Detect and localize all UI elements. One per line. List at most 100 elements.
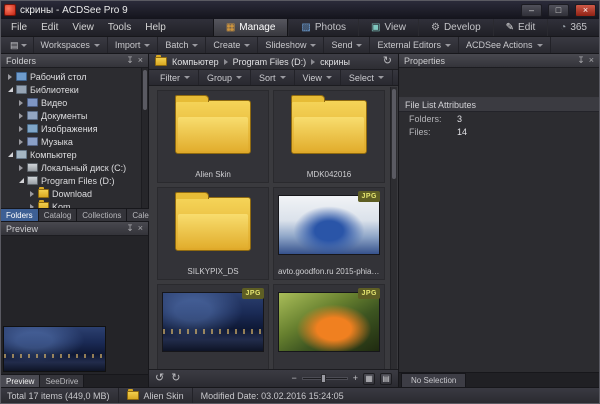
format-badge: JPG [358, 191, 380, 202]
tree-item-libraries[interactable]: Библиотеки [3, 83, 140, 96]
menu-file[interactable]: File [4, 19, 34, 36]
slider-handle[interactable] [321, 374, 326, 383]
caret-down-icon [244, 44, 250, 47]
external-editors-button[interactable]: External Editors [370, 37, 459, 53]
filter-dropdown[interactable]: Filter [152, 70, 199, 85]
breadcrumb-drive-d[interactable]: Program Files (D:) [233, 57, 307, 67]
expand-arrow-icon[interactable] [16, 139, 26, 145]
pin-icon[interactable]: ↧ [126, 56, 134, 65]
slideshow-button[interactable]: Slideshow [258, 37, 324, 53]
group-dropdown[interactable]: Group [199, 70, 251, 85]
tree-item-desktop[interactable]: Рабочий стол [3, 70, 140, 83]
expand-arrow-icon[interactable] [27, 204, 37, 209]
file-tile-image[interactable]: JPG avto.goodfon.ru 2015-phiaro-p75-co..… [273, 187, 385, 280]
rotate-right-icon[interactable]: ↻ [171, 373, 180, 384]
menu-edit[interactable]: Edit [34, 19, 65, 36]
tab-edit[interactable]: ✎ Edit [493, 19, 548, 36]
tree-item-computer[interactable]: Компьютер [3, 148, 140, 161]
tree-item-pictures[interactable]: Изображения [3, 122, 140, 135]
minimize-button[interactable]: – [521, 4, 542, 17]
tree-item-videos[interactable]: Видео [3, 96, 140, 109]
file-tile-image[interactable]: JPG [273, 284, 385, 369]
details-view-button[interactable]: ▤ [380, 373, 392, 385]
tab-collections[interactable]: Collections [77, 209, 127, 221]
expand-arrow-icon[interactable] [16, 113, 26, 119]
tab-photos[interactable]: ▨ Photos [288, 19, 358, 36]
zoom-in-icon[interactable]: + [353, 374, 358, 383]
image-thumbnail [278, 195, 380, 255]
acdsee-actions-button[interactable]: ACDSee Actions [459, 37, 551, 53]
tab-seedrive[interactable]: SeeDrive [40, 375, 84, 387]
thumbnail-size-slider[interactable] [302, 377, 348, 380]
format-badge: JPG [242, 288, 264, 299]
menu-help[interactable]: Help [138, 19, 173, 36]
tab-manage[interactable]: ▦ Manage [213, 19, 289, 36]
scrollbar-thumb[interactable] [143, 70, 147, 110]
acdsee-actions-label: ACDSee Actions [466, 40, 533, 50]
menu-tools[interactable]: Tools [101, 19, 138, 36]
chevron-right-icon [224, 59, 228, 65]
file-tile-image[interactable]: JPG [157, 284, 269, 369]
workspaces-button[interactable]: Workspaces [34, 37, 108, 53]
view-dropdown[interactable]: View [295, 70, 341, 85]
caret-down-icon [280, 76, 286, 79]
zoom-out-icon[interactable]: − [291, 374, 296, 383]
refresh-icon[interactable]: ↻ [383, 56, 392, 67]
close-icon[interactable]: × [589, 56, 594, 65]
import-button[interactable]: Import [108, 37, 159, 53]
tab-365[interactable]: ◔ 365 [547, 19, 599, 36]
batch-label: Batch [165, 40, 188, 50]
sort-dropdown[interactable]: Sort [251, 70, 295, 85]
tab-preview[interactable]: Preview [1, 375, 40, 387]
expand-arrow-icon[interactable] [5, 74, 15, 80]
close-icon[interactable]: × [138, 224, 143, 233]
breadcrumb-computer[interactable]: Компьютер [172, 57, 219, 67]
thumbnail-view-button[interactable]: ▦ [363, 373, 375, 385]
tree-item-documents[interactable]: Документы [3, 109, 140, 122]
tree-item-kom[interactable]: Kom [3, 200, 140, 208]
tree-item-label: Компьютер [30, 150, 77, 160]
tab-photos-label: Photos [315, 22, 346, 33]
collapse-arrow-icon[interactable] [16, 178, 26, 183]
file-tile-folder[interactable]: SILKYPIX_DS [157, 187, 269, 280]
libraries-icon [16, 85, 27, 94]
file-tile-folder[interactable]: MDK042016 [273, 90, 385, 183]
tree-item-download[interactable]: Download [3, 187, 140, 200]
layout-switcher-button[interactable]: ▤ [4, 37, 34, 53]
expand-arrow-icon[interactable] [27, 191, 37, 197]
expand-arrow-icon[interactable] [16, 126, 26, 132]
preview-image[interactable] [3, 326, 106, 372]
collapse-arrow-icon[interactable] [5, 87, 15, 92]
collapse-arrow-icon[interactable] [5, 152, 15, 157]
main-area: Folders ↧ × Рабочий стол Библиотеки [1, 54, 599, 387]
breadcrumb-current-folder[interactable]: скрины [320, 57, 350, 67]
tab-no-selection[interactable]: No Selection [401, 373, 466, 387]
create-button[interactable]: Create [206, 37, 258, 53]
expand-arrow-icon[interactable] [16, 165, 26, 171]
menu-view[interactable]: View [65, 19, 101, 36]
tab-view[interactable]: ▣ View [358, 19, 418, 36]
file-tile-folder[interactable]: Alien Skin [157, 90, 269, 183]
close-icon[interactable]: × [138, 56, 143, 65]
tree-item-drive-c[interactable]: Локальный диск (C:) [3, 161, 140, 174]
batch-button[interactable]: Batch [158, 37, 206, 53]
pin-icon[interactable]: ↧ [126, 224, 134, 233]
folders-scrollbar[interactable] [141, 68, 148, 208]
tree-item-music[interactable]: Музыка [3, 135, 140, 148]
tab-develop[interactable]: ⚙ Develop [418, 19, 493, 36]
grid-scrollbar[interactable] [390, 87, 397, 369]
scrollbar-thumb[interactable] [392, 89, 396, 179]
send-button[interactable]: Send [324, 37, 370, 53]
format-badge: JPG [358, 288, 380, 299]
expand-arrow-icon[interactable] [16, 100, 26, 106]
breadcrumb: Компьютер Program Files (D:) скрины ↻ [149, 54, 398, 70]
close-button[interactable]: × [575, 4, 596, 17]
maximize-button[interactable]: □ [548, 4, 569, 17]
rotate-left-icon[interactable]: ↺ [155, 373, 164, 384]
create-label: Create [213, 40, 240, 50]
select-dropdown[interactable]: Select [341, 70, 393, 85]
tree-item-drive-d[interactable]: Program Files (D:) [3, 174, 140, 187]
pin-icon[interactable]: ↧ [577, 56, 585, 65]
tab-catalog[interactable]: Catalog [39, 209, 78, 221]
tab-folders[interactable]: Folders [1, 209, 39, 221]
